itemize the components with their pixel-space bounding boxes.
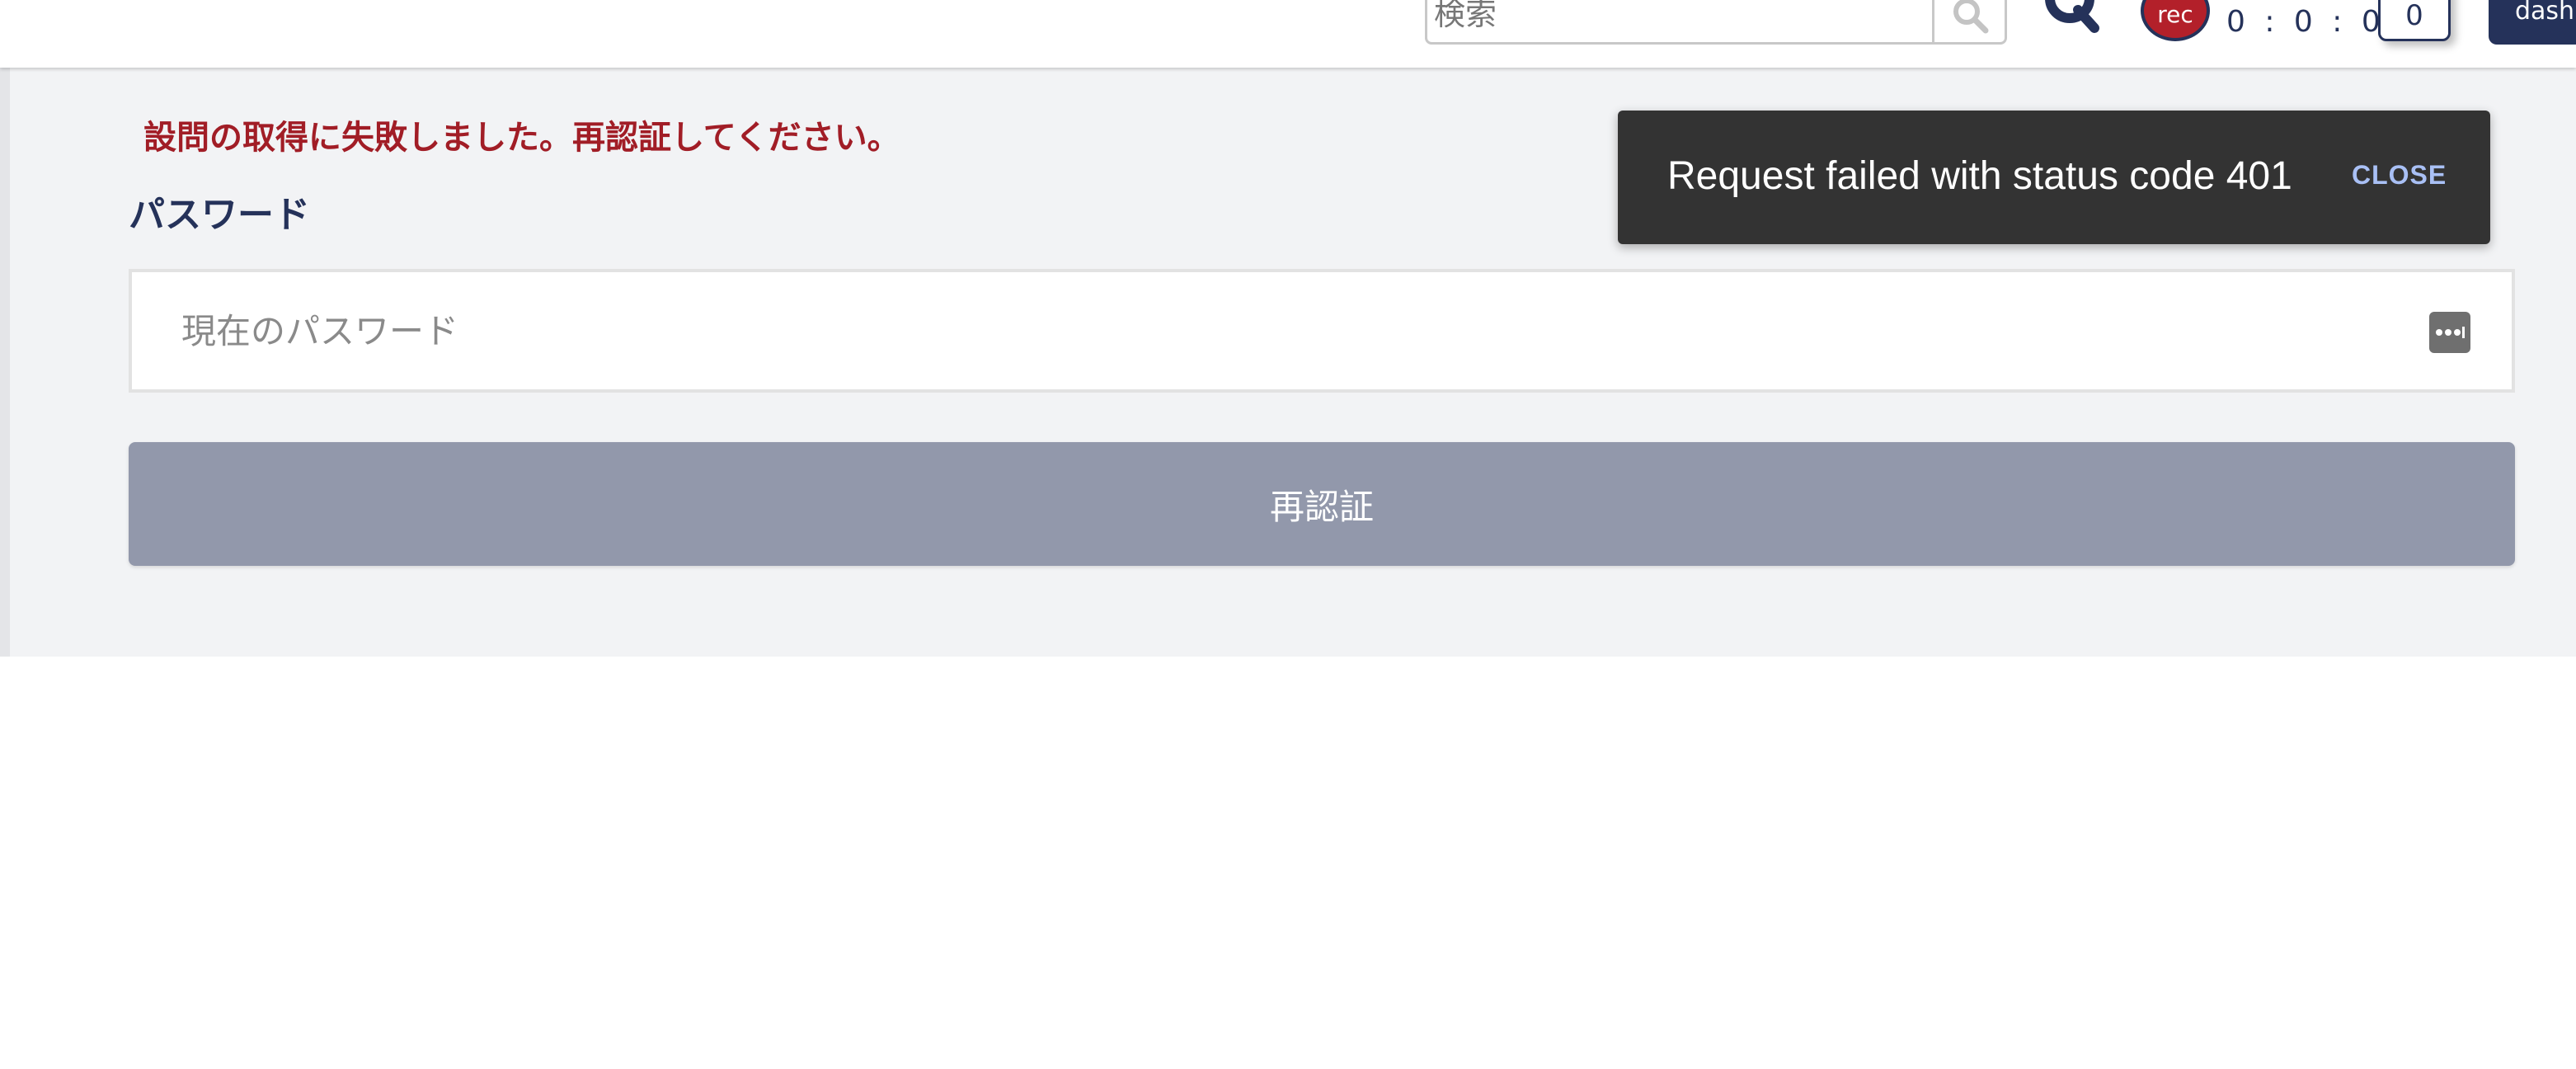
password-field — [129, 269, 2515, 393]
counter-value: 0 — [2405, 0, 2423, 32]
dots-icon — [2436, 327, 2465, 338]
q-logo-icon[interactable] — [2042, 0, 2101, 35]
search-input[interactable] — [1427, 0, 1932, 42]
record-button[interactable]: rec — [2141, 0, 2210, 41]
reauthenticate-button[interactable]: 再認証 — [129, 442, 2515, 566]
timer-display: 0 : 0 : 0 — [2226, 5, 2386, 39]
password-label: パスワード — [129, 194, 310, 236]
error-snackbar: Request failed with status code 401 CLOS… — [1618, 111, 2490, 244]
dashboard-label: dashboard — [2515, 0, 2576, 26]
search-box — [1425, 0, 2007, 45]
password-manager-icon[interactable] — [2429, 312, 2470, 353]
dashboard-button[interactable]: dashboard — [2489, 0, 2576, 45]
reauthenticate-label: 再認証 — [1269, 487, 1374, 526]
search-button[interactable] — [1932, 0, 2005, 42]
record-label: rec — [2157, 0, 2193, 28]
password-input[interactable] — [132, 272, 2441, 389]
snackbar-message: Request failed with status code 401 — [1667, 154, 2292, 198]
counter-button[interactable]: 0 — [2378, 0, 2451, 41]
snackbar-close-button[interactable]: CLOSE — [2352, 160, 2447, 191]
error-message: 設問の取得に失敗しました。再認証してください。 — [143, 119, 900, 157]
top-navbar: rec 0 : 0 : 0 0 dashboard — [0, 0, 2576, 68]
search-icon — [1953, 0, 1988, 34]
